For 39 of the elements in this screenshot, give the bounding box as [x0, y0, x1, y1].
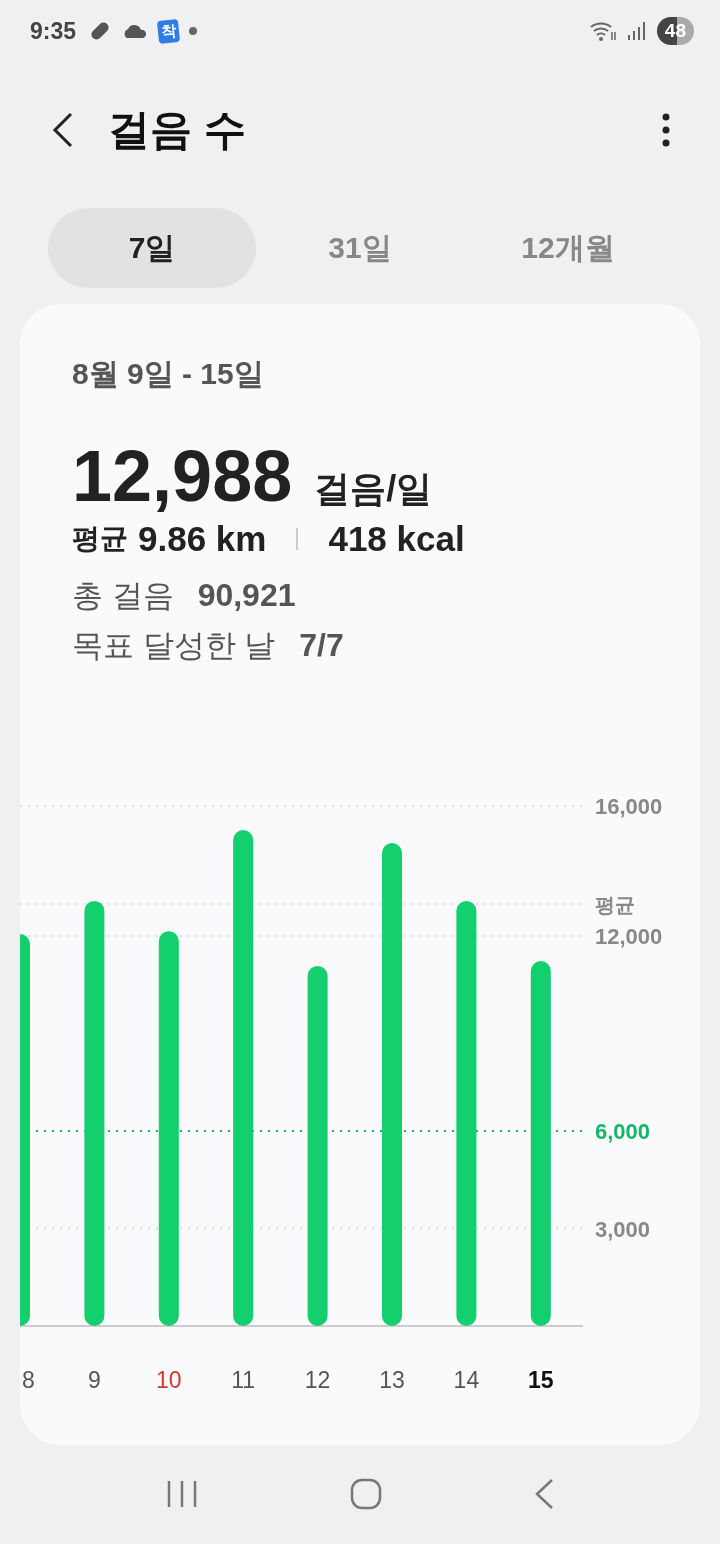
average-label: 평균	[72, 522, 128, 556]
y-tick-label: 12,000	[595, 924, 663, 949]
distance-value: 9.86 km	[138, 519, 267, 559]
y-tick-label: 6,000	[595, 1119, 651, 1144]
signal-icon	[626, 21, 647, 41]
period-tab[interactable]: 31일	[256, 208, 464, 288]
stat-value: 7/7	[299, 627, 344, 664]
dot-icon	[189, 27, 198, 35]
x-axis-label: 12	[304, 1367, 331, 1393]
stat-label: 총 걸음	[72, 577, 174, 615]
x-axis-label: 11	[231, 1367, 256, 1393]
stat-value: 90,921	[197, 577, 296, 614]
cloud-icon	[122, 23, 149, 39]
back-icon[interactable]	[52, 112, 74, 148]
x-axis-label: 9	[88, 1367, 101, 1393]
back-nav-icon[interactable]	[534, 1477, 554, 1510]
x-axis-label: 14	[453, 1367, 480, 1393]
wifi-icon	[588, 20, 617, 42]
x-axis-label: 15	[528, 1367, 554, 1393]
calories-value: 418 kcal	[328, 519, 465, 559]
daily-steps: 12,988	[72, 435, 293, 517]
average-line-label: 평균	[595, 893, 635, 916]
app-badge-icon: 착	[156, 18, 181, 44]
period-tab[interactable]: 12개월	[464, 208, 672, 288]
x-axis-label: 8	[22, 1367, 35, 1393]
steps-unit: 걸음/일	[314, 467, 433, 511]
recent-apps-icon[interactable]	[166, 1479, 198, 1508]
period-tab[interactable]: 7일	[48, 208, 256, 288]
date-range: 8월 9일 - 15일	[72, 356, 265, 392]
battery-icon: 48	[656, 17, 694, 45]
home-icon[interactable]	[350, 1477, 382, 1510]
x-axis-label: 10	[156, 1367, 182, 1393]
page-title: 걸음 수	[108, 105, 247, 155]
stat-label: 목표 달성한 날	[72, 627, 276, 665]
x-axis-label: 13	[379, 1367, 405, 1393]
status-time: 9:35	[30, 17, 77, 45]
y-tick-label: 3,000	[595, 1216, 651, 1242]
y-tick-label: 16,000	[595, 794, 663, 819]
more-icon[interactable]	[662, 113, 670, 147]
